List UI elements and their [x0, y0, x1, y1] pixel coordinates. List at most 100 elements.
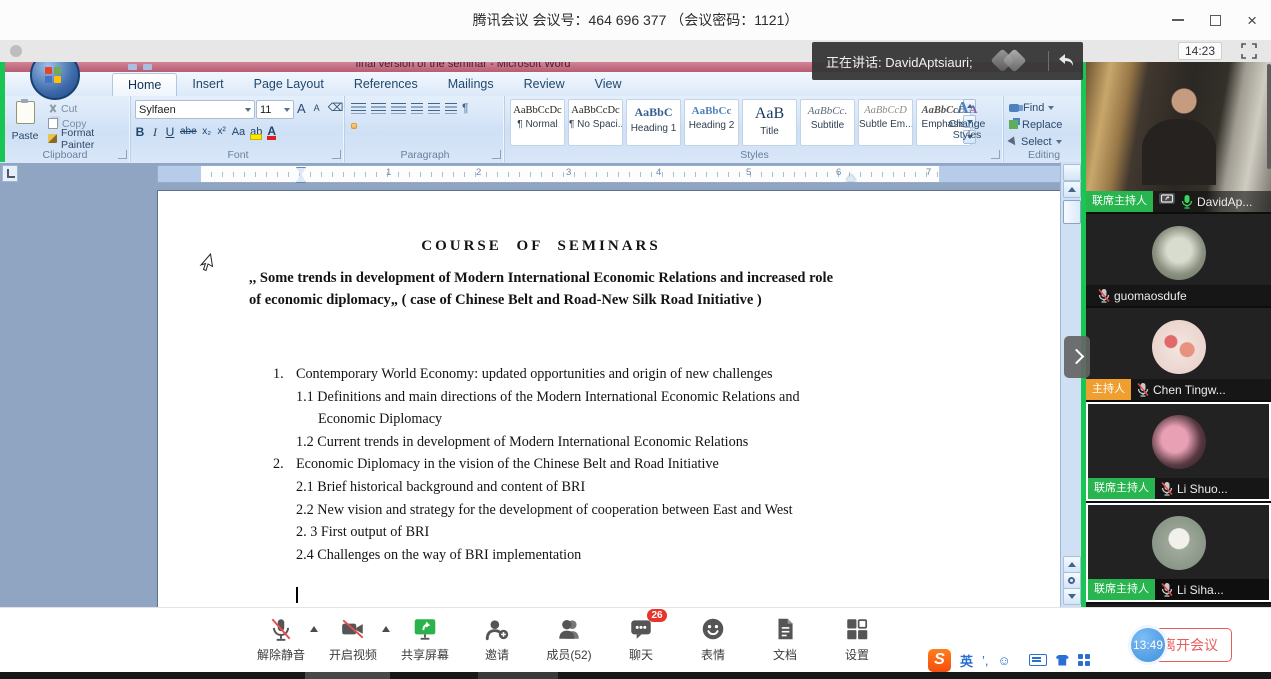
members-button[interactable]: 成员(52): [540, 615, 598, 663]
scroll-up-icon[interactable]: [1063, 181, 1081, 198]
unmute-button[interactable]: 解除静音: [252, 615, 310, 663]
taskbar-app-button[interactable]: [478, 672, 558, 679]
font-color-button[interactable]: A: [267, 124, 276, 140]
audio-options-arrow-icon[interactable]: [310, 626, 318, 632]
next-page-icon[interactable]: [1063, 588, 1081, 605]
video-options-arrow-icon[interactable]: [382, 626, 390, 632]
sort-button[interactable]: [445, 103, 457, 114]
subscript-button[interactable]: x₂: [202, 124, 212, 140]
italic-button[interactable]: I: [150, 124, 160, 140]
change-styles-button[interactable]: AA Change Styles: [934, 98, 1000, 141]
reactions-button[interactable]: 表情: [684, 615, 742, 663]
format-painter-button[interactable]: Format Painter: [48, 131, 130, 146]
ruler-toggle-button[interactable]: [1063, 164, 1081, 181]
style-no-spacing[interactable]: AaBbCcDc¶ No Spaci...: [568, 99, 623, 146]
quick-access-toolbar[interactable]: [128, 64, 152, 70]
align-right-button[interactable]: [373, 123, 379, 129]
align-center-button[interactable]: [362, 123, 368, 129]
participant-tile[interactable]: guomaosdufe: [1086, 214, 1271, 306]
line-spacing-button[interactable]: [395, 123, 401, 129]
select-browse-object-icon[interactable]: [1063, 572, 1081, 589]
paragraph-dialog-launcher-icon[interactable]: [492, 150, 501, 159]
style-heading1[interactable]: AaBbCHeading 1: [626, 99, 681, 146]
sidebar-collapse-button[interactable]: [1064, 336, 1090, 378]
align-left-button[interactable]: [351, 123, 357, 129]
tab-view[interactable]: View: [580, 73, 637, 96]
word-scrollbar[interactable]: [1060, 162, 1082, 607]
increase-indent-button[interactable]: [428, 103, 440, 114]
tab-insert[interactable]: Insert: [177, 73, 238, 96]
cohost-badge: 联席主持人: [1086, 191, 1153, 212]
find-button[interactable]: Find: [1009, 100, 1054, 115]
participant-tile[interactable]: 主持人 Chen Tingw...: [1086, 308, 1271, 400]
clear-formatting-button[interactable]: ⌫: [325, 100, 347, 117]
tab-references[interactable]: References: [339, 73, 433, 96]
style-subtle-emphasis[interactable]: AaBbCcDSubtle Em...: [858, 99, 913, 146]
copy-icon: [48, 118, 58, 129]
bold-button[interactable]: B: [135, 124, 145, 140]
sogou-logo-icon[interactable]: S: [928, 649, 951, 672]
multilevel-list-button[interactable]: [391, 103, 406, 114]
cut-button[interactable]: Cut: [48, 101, 130, 116]
ime-skin-icon[interactable]: [1056, 655, 1069, 666]
replace-button[interactable]: Replace: [1009, 117, 1062, 132]
show-paragraph-marks-button[interactable]: ¶: [462, 102, 468, 114]
superscript-button[interactable]: x²: [217, 124, 227, 140]
share-screen-button[interactable]: 共享屏幕: [396, 615, 454, 663]
ime-toolbox-icon[interactable]: [1078, 654, 1090, 666]
host-badge: 主持人: [1086, 379, 1131, 400]
document-page[interactable]: COURSE OF SEMINARS ,, Some trends in dev…: [157, 190, 1074, 607]
chat-button[interactable]: 聊天 26: [612, 615, 670, 663]
participant-tile[interactable]: 联席主持人 DavidAp...: [1086, 62, 1271, 212]
previous-page-icon[interactable]: [1063, 556, 1081, 573]
tab-home[interactable]: Home: [112, 73, 177, 96]
minimize-icon[interactable]: [1172, 19, 1184, 21]
scrollbar-thumb[interactable]: [1063, 200, 1081, 224]
tab-stop-selector[interactable]: [2, 165, 18, 182]
style-subtitle[interactable]: AaBbCc.Subtitle: [800, 99, 855, 146]
shading-button[interactable]: [406, 123, 412, 129]
justify-button[interactable]: [384, 123, 390, 129]
font-family-select[interactable]: Sylfaen: [135, 100, 255, 119]
decrease-indent-button[interactable]: [411, 103, 423, 114]
horizontal-ruler[interactable]: 1 2 3 4 5 6 7: [157, 165, 1076, 183]
style-heading2[interactable]: AaBbCcHeading 2: [684, 99, 739, 146]
borders-button[interactable]: [417, 123, 423, 129]
clipboard-dialog-launcher-icon[interactable]: [118, 150, 127, 159]
style-normal[interactable]: AaBbCcDc¶ Normal: [510, 99, 565, 146]
underline-button[interactable]: U: [165, 124, 175, 140]
settings-button[interactable]: 设置: [828, 615, 886, 663]
font-dialog-launcher-icon[interactable]: [332, 150, 341, 159]
styles-dialog-launcher-icon[interactable]: [991, 150, 1000, 159]
ime-punctuation-toggle[interactable]: ’,: [982, 653, 989, 668]
tab-mailings[interactable]: Mailings: [433, 73, 509, 96]
tab-review[interactable]: Review: [509, 73, 580, 96]
emoji-picker-icon[interactable]: ☺: [998, 653, 1011, 668]
taskbar-app-button[interactable]: [305, 672, 390, 679]
grow-font-button[interactable]: A: [294, 100, 309, 117]
fullscreen-icon[interactable]: [1241, 43, 1257, 59]
close-icon[interactable]: ×: [1247, 12, 1257, 29]
numbering-button[interactable]: [371, 103, 386, 114]
style-title[interactable]: AaBTitle: [742, 99, 797, 146]
start-video-button[interactable]: 开启视频: [324, 615, 382, 663]
font-size-select[interactable]: 11: [256, 100, 294, 119]
text-highlight-button[interactable]: ab: [250, 126, 262, 140]
bullets-button[interactable]: [351, 103, 366, 114]
ime-language-toggle[interactable]: 英: [960, 651, 973, 670]
paste-button[interactable]: Paste: [5, 99, 45, 149]
participant-tile[interactable]: 联席主持人 Li Shuo...: [1086, 402, 1271, 501]
ime-keyboard-icon[interactable]: [1029, 654, 1047, 666]
tab-page-layout[interactable]: Page Layout: [239, 73, 339, 96]
reply-arrow-icon[interactable]: [1057, 52, 1075, 73]
sidebar-scrollbar[interactable]: [1267, 64, 1271, 169]
strikethrough-button[interactable]: abe: [180, 124, 197, 140]
right-indent-marker[interactable]: [846, 174, 856, 181]
shrink-font-button[interactable]: A: [311, 100, 323, 117]
docs-button[interactable]: 文档: [756, 615, 814, 663]
invite-button[interactable]: 邀请: [468, 615, 526, 663]
select-button[interactable]: Select: [1009, 134, 1062, 149]
participant-tile[interactable]: 联席主持人 Li Siha...: [1086, 503, 1271, 602]
change-case-button[interactable]: Aa: [232, 124, 245, 140]
restore-icon[interactable]: [1210, 15, 1221, 26]
